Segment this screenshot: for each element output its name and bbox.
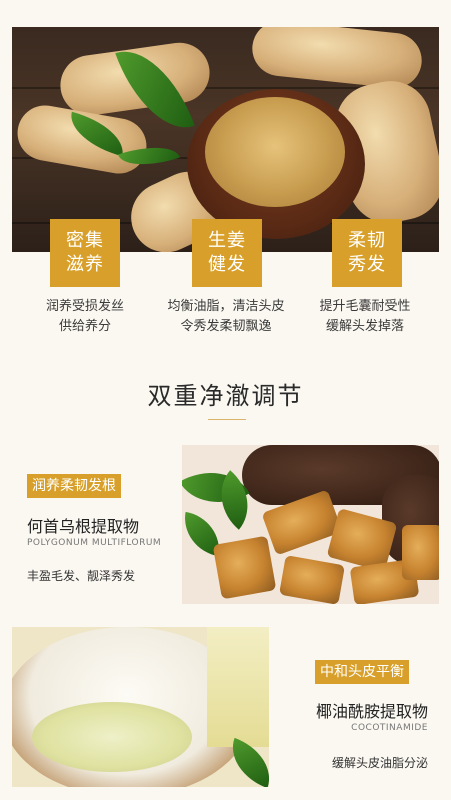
- ingredient-tag: 润养柔韧发根: [27, 474, 121, 498]
- feature-desc-soft-hair: 提升毛囊耐受性 缓解头发掉落: [290, 297, 440, 337]
- feature-desc-nourish: 润养受损发丝 供给养分: [10, 297, 160, 337]
- feature-badge-soft-hair: 柔韧 秀发: [332, 219, 402, 287]
- feature-desc-line1: 提升毛囊耐受性: [319, 299, 411, 314]
- feature-desc-line2: 供给养分: [58, 319, 111, 334]
- ingredient-latin-name: COCOTINAMIDE: [351, 723, 428, 733]
- ingredient-name: 何首乌根提取物: [27, 517, 140, 536]
- feature-badge-line2: 秀发: [348, 254, 386, 275]
- feature-badge-line2: 滋养: [66, 254, 104, 275]
- feature-desc-ginger: 均衡油脂，清洁头皮 令秀发柔韧飘逸: [151, 297, 301, 337]
- feature-desc-line2: 令秀发柔韧飘逸: [180, 319, 272, 334]
- feature-badge-line2: 健发: [208, 254, 246, 275]
- feature-badge-line1: 柔韧: [348, 230, 386, 251]
- feature-desc-line1: 润养受损发丝: [45, 299, 124, 314]
- ingredient-latin-name: POLYGONUM MULTIFLORUM: [27, 538, 162, 548]
- section-title: 双重净澈调节: [147, 382, 304, 410]
- feature-desc-line2: 缓解头发掉落: [325, 319, 404, 334]
- ingredient-benefit: 丰盈毛发、靓泽秀发: [27, 569, 136, 583]
- feature-badge-line1: 生姜: [208, 230, 246, 251]
- coconut-image: [12, 627, 269, 787]
- ingredient-tag: 中和头皮平衡: [315, 660, 409, 684]
- feature-badge-nourish: 密集 滋养: [50, 219, 120, 287]
- feature-badge-ginger: 生姜 健发: [192, 219, 262, 287]
- title-underline: [208, 419, 246, 420]
- ingredient-benefit: 缓解头皮油脂分泌: [331, 756, 428, 770]
- ingredient-name: 椰油酰胺提取物: [315, 702, 428, 721]
- feature-badge-line1: 密集: [66, 230, 104, 251]
- polygonum-root-image: [182, 445, 439, 604]
- feature-desc-line1: 均衡油脂，清洁头皮: [167, 299, 285, 314]
